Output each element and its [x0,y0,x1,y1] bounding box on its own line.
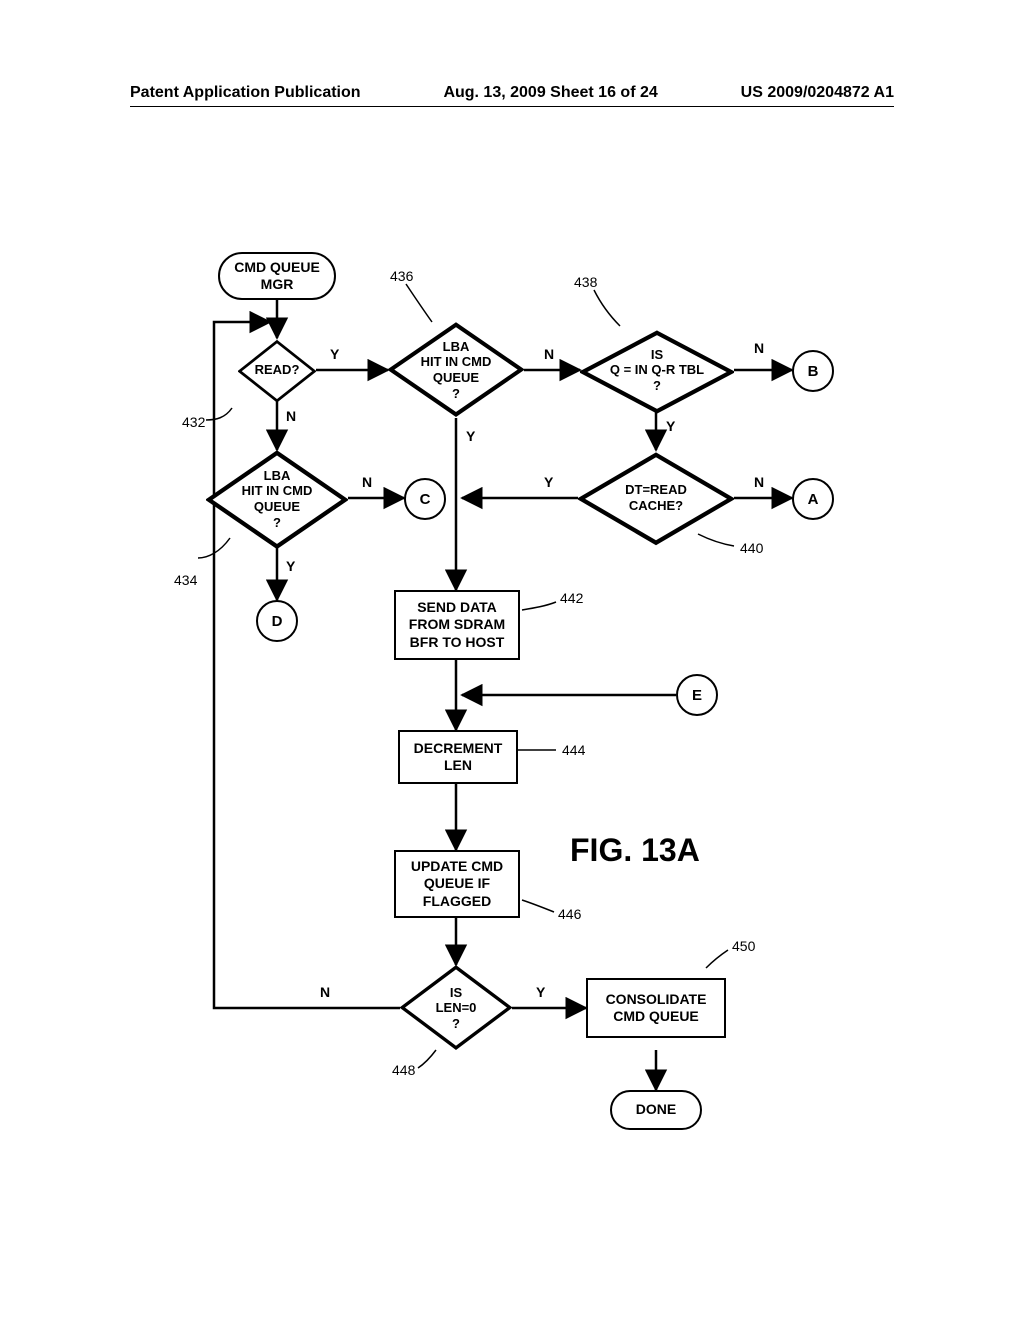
terminator-start-label: CMD QUEUE MGR [234,259,320,294]
connector-A-label: A [808,491,819,508]
label-y-440: Y [544,474,553,490]
terminator-done-label: DONE [636,1101,676,1119]
label-n-438: N [754,340,764,356]
decision-qrtbl: IS Q = IN Q-R TBL ? [580,330,734,410]
decision-lba-hit-434-label: LBA HIT IN CMD QUEUE ? [236,468,319,530]
process-update-cmd-queue: UPDATE CMD QUEUE IF FLAGGED [394,850,520,918]
decision-qrtbl-label: IS Q = IN Q-R TBL ? [604,347,710,394]
decision-readcache: DT=READ CACHE? [578,452,734,544]
flowchart-canvas: CMD QUEUE MGR READ? LBA HIT IN CMD QUEUE… [0,0,1024,1320]
connector-D: D [256,600,298,642]
label-y-438: Y [666,418,675,434]
decision-len0: IS LEN=0 ? [400,965,512,1051]
decision-lba-hit-436: LBA HIT IN CMD QUEUE ? [388,322,524,418]
flowchart-lines [0,0,1024,1320]
process-update-cmd-queue-label: UPDATE CMD QUEUE IF FLAGGED [411,858,503,911]
label-y-434: Y [286,558,295,574]
label-y-436: Y [466,428,475,444]
decision-read: READ? [238,340,316,400]
terminator-start: CMD QUEUE MGR [218,252,336,300]
process-send-data-label: SEND DATA FROM SDRAM BFR TO HOST [409,599,505,652]
ref-446: 446 [558,906,581,922]
label-n-448: N [320,984,330,1000]
label-y-448: Y [536,984,545,1000]
process-decrement-len: DECREMENT LEN [398,730,518,784]
decision-read-label: READ? [249,362,306,378]
figure-title: FIG. 13A [570,832,700,869]
ref-444: 444 [562,742,585,758]
ref-432: 432 [182,414,205,430]
connector-C-label: C [420,491,431,508]
decision-lba-hit-434: LBA HIT IN CMD QUEUE ? [206,450,348,548]
decision-lba-hit-436-label: LBA HIT IN CMD QUEUE ? [415,339,498,401]
connector-B-label: B [808,363,819,380]
decision-len0-label: IS LEN=0 ? [430,985,483,1032]
label-n-440: N [754,474,764,490]
ref-440: 440 [740,540,763,556]
connector-B: B [792,350,834,392]
decision-readcache-label: DT=READ CACHE? [619,482,693,513]
ref-434: 434 [174,572,197,588]
terminator-done: DONE [610,1090,702,1130]
label-n-436: N [544,346,554,362]
connector-D-label: D [272,613,283,630]
ref-450: 450 [732,938,755,954]
process-consolidate-label: CONSOLIDATE CMD QUEUE [606,991,707,1026]
connector-C: C [404,478,446,520]
connector-E-label: E [692,687,702,704]
connector-A: A [792,478,834,520]
label-n-read: N [286,408,296,424]
label-n-434: N [362,474,372,490]
ref-436: 436 [390,268,413,284]
ref-442: 442 [560,590,583,606]
ref-448: 448 [392,1062,415,1078]
ref-438: 438 [574,274,597,290]
process-send-data: SEND DATA FROM SDRAM BFR TO HOST [394,590,520,660]
process-consolidate: CONSOLIDATE CMD QUEUE [586,978,726,1038]
label-y-read: Y [330,346,339,362]
connector-E: E [676,674,718,716]
process-decrement-len-label: DECREMENT LEN [414,740,503,775]
